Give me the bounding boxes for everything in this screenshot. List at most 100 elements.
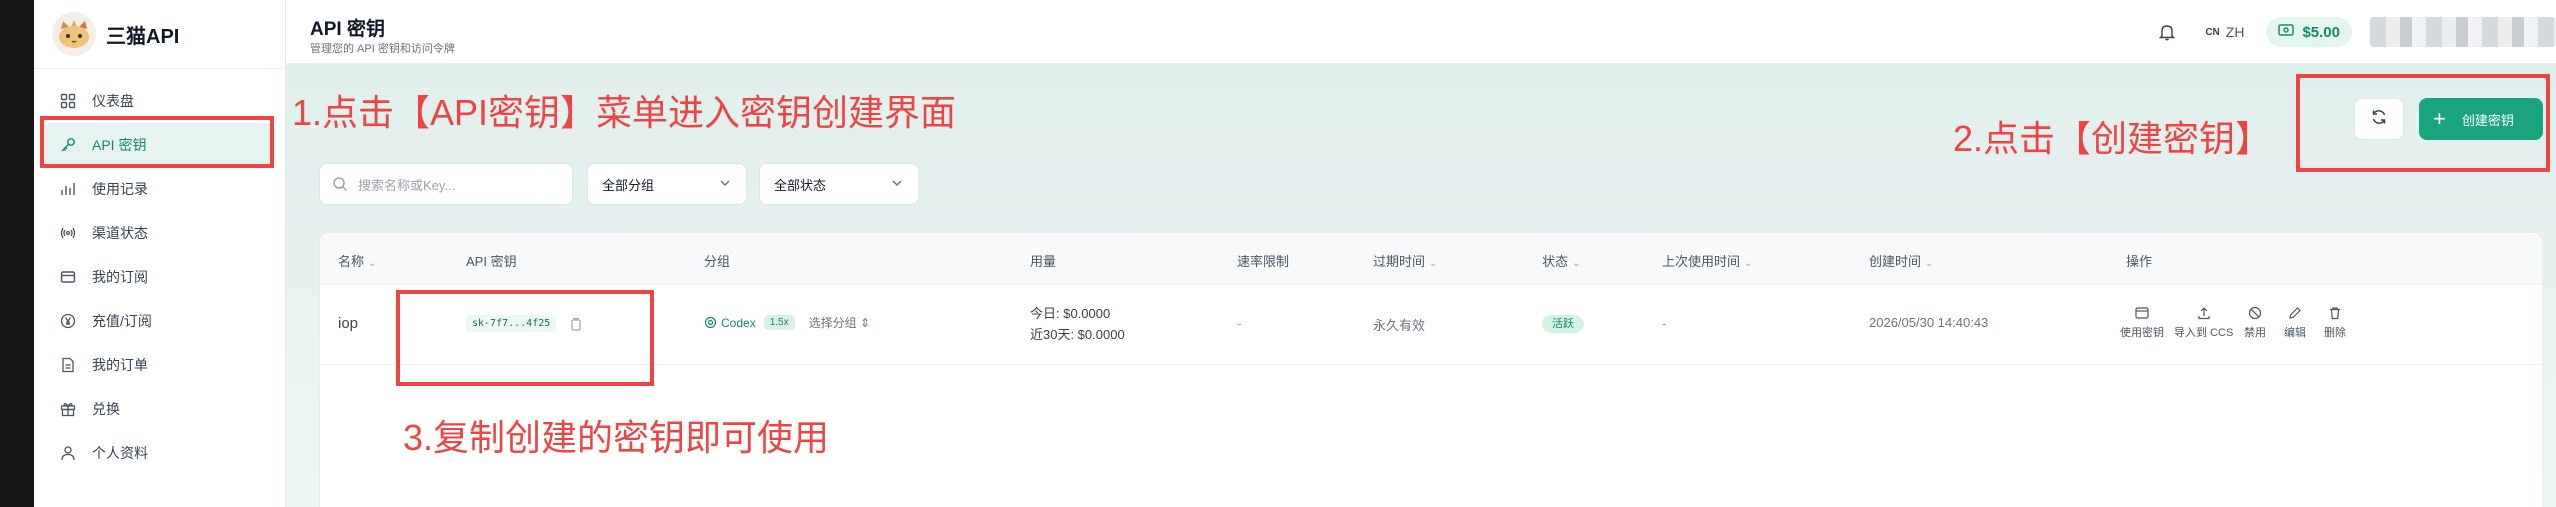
created-time: 2026/05/30 14:40:43 <box>1869 315 1989 330</box>
usage-30d: 近30天: $0.0000 <box>1030 327 1125 342</box>
column-header-usage: 用量 <box>1030 254 1057 269</box>
disable-button[interactable]: 禁用 <box>2244 305 2266 340</box>
group-cell: Codex 1.5x 选择分组 ⇕ <box>704 314 870 331</box>
wallet-icon <box>2278 23 2295 41</box>
group-tag: Codex 1.5x <box>704 315 795 330</box>
select-group-label: 选择分组 <box>808 316 857 330</box>
sidebar-item-profile[interactable]: 个人资料 <box>42 431 274 475</box>
terminal-icon <box>2134 305 2150 321</box>
topbar-actions: CN ZH $5.00 <box>2155 0 2556 64</box>
edit-button[interactable]: 编辑 <box>2284 305 2306 340</box>
window-edge <box>0 0 34 507</box>
balance-amount: $5.00 <box>2302 23 2340 41</box>
column-header-name[interactable]: 名称 ⌄ <box>338 251 376 270</box>
edit-icon <box>2287 305 2303 321</box>
usage-today: 今日: $0.0000 <box>1030 306 1111 321</box>
page-subtitle: 管理您的 API 密钥和访问令牌 <box>310 43 455 55</box>
bell-icon[interactable] <box>2155 20 2179 44</box>
brand[interactable]: 三猫API <box>52 12 179 56</box>
sidebar-item-label: 充值/订阅 <box>92 313 152 329</box>
status-cell: 活跃 <box>1542 314 1584 333</box>
dashboard-icon <box>58 91 78 111</box>
group-filter-value: 全部分组 <box>602 177 655 193</box>
ban-icon <box>2247 305 2263 321</box>
sidebar-item-label: 渠道状态 <box>92 225 148 241</box>
sidebar-item-channel-status[interactable]: 渠道状态 <box>42 211 274 255</box>
brand-name: 三猫API <box>106 25 180 48</box>
page-title: API 密钥 <box>310 19 385 40</box>
broadcast-icon <box>58 223 78 243</box>
language-switcher[interactable]: CN ZH <box>2205 24 2244 40</box>
sidebar-item-redeem[interactable]: 兑换 <box>42 387 274 431</box>
column-label: 过期时间 <box>1373 254 1426 269</box>
language-label: ZH <box>2225 24 2245 40</box>
action-label: 删除 <box>2324 327 2346 339</box>
column-header-created[interactable]: 创建时间 ⌄ <box>1869 251 1933 270</box>
cn-flag-label: CN <box>2205 26 2220 38</box>
action-label: 编辑 <box>2284 327 2306 339</box>
column-label: 创建时间 <box>1869 254 1922 269</box>
status-filter-select[interactable]: 全部状态 <box>759 163 919 205</box>
sidebar: 三猫API 仪表盘 API 密钥 使用记录 渠道状态 我的订阅 充值/订阅 我的… <box>34 0 286 507</box>
column-header-group: 分组 <box>704 254 731 269</box>
column-label: 上次使用时间 <box>1662 254 1741 269</box>
sidebar-item-subscriptions[interactable]: 我的订阅 <box>42 255 274 299</box>
sidebar-item-label: 仪表盘 <box>92 93 134 109</box>
table-header: 名称 ⌄ API 密钥 分组 用量 速率限制 过期时间 ⌄ 状态 ⌄ 上次使用时间 ⌄ … <box>320 233 2542 285</box>
search-icon <box>332 175 350 193</box>
expires: 永久有效 <box>1373 318 1426 333</box>
upload-icon <box>2196 305 2212 321</box>
status-badge: 活跃 <box>1542 315 1584 333</box>
sidebar-item-label: 个人资料 <box>92 445 148 461</box>
chevron-updown-icon: ⇕ <box>859 316 871 330</box>
delete-button[interactable]: 删除 <box>2324 305 2346 340</box>
annotation-box-copy-key <box>396 290 654 386</box>
column-header-last-used[interactable]: 上次使用时间 ⌄ <box>1662 251 1752 270</box>
trash-icon <box>2327 305 2343 321</box>
sidebar-item-label: 我的订阅 <box>92 269 148 285</box>
action-label: 导入到 CCS <box>2174 327 2234 339</box>
column-header-rate-limit: 速率限制 <box>1237 254 1290 269</box>
sidebar-item-label: 兑换 <box>92 401 120 417</box>
last-used: - <box>1662 315 1667 331</box>
use-key-button[interactable]: 使用密钥 <box>2120 305 2164 340</box>
user-icon <box>58 443 78 463</box>
yen-icon <box>58 311 78 331</box>
chevron-down-icon: ⌄ <box>1572 258 1581 269</box>
sidebar-item-usage[interactable]: 使用记录 <box>42 167 274 211</box>
search-input[interactable]: 搜索名称或Key... <box>319 163 573 205</box>
annotation-box-api-key-menu <box>40 116 274 168</box>
column-header-expires[interactable]: 过期时间 ⌄ <box>1373 251 1437 270</box>
user-menu-avatar[interactable] <box>2370 17 2556 47</box>
chevron-down-icon: ⌄ <box>1429 258 1438 269</box>
topbar: API 密钥 管理您的 API 密钥和访问令牌 CN ZH $5.00 <box>286 0 2556 64</box>
chevron-down-icon <box>718 176 732 193</box>
sidebar-item-orders[interactable]: 我的订单 <box>42 343 274 387</box>
chart-icon <box>58 179 78 199</box>
rate-limit: - <box>1237 315 1242 331</box>
key-name: iop <box>338 315 359 332</box>
cat-logo-icon <box>52 12 96 56</box>
annotation-step3: 3.复制创建的密钥即可使用 <box>403 417 830 458</box>
column-header-actions: 操作 <box>2126 254 2153 269</box>
action-label: 使用密钥 <box>2120 327 2164 339</box>
annotation-step2: 2.点击【创建密钥】 <box>1953 118 2272 159</box>
chevron-down-icon: ⌄ <box>1925 258 1934 269</box>
balance-badge[interactable]: $5.00 <box>2266 17 2352 47</box>
chevron-down-icon: ⌄ <box>368 258 377 269</box>
order-icon <box>58 355 78 375</box>
import-ccs-button[interactable]: 导入到 CCS <box>2174 305 2233 340</box>
column-header-key: API 密钥 <box>466 254 517 269</box>
sidebar-item-recharge[interactable]: 充值/订阅 <box>42 299 274 343</box>
usage-cell: 今日: $0.0000 近30天: $0.0000 <box>1030 303 1125 345</box>
status-filter-value: 全部状态 <box>774 177 827 193</box>
column-label: 状态 <box>1542 254 1569 269</box>
column-header-status[interactable]: 状态 ⌄ <box>1542 251 1580 270</box>
search-placeholder: 搜索名称或Key... <box>358 177 456 193</box>
sidebar-item-label: 使用记录 <box>92 181 148 197</box>
select-group-dropdown[interactable]: 选择分组 ⇕ <box>809 314 870 331</box>
column-label: 名称 <box>338 254 365 269</box>
group-filter-select[interactable]: 全部分组 <box>587 163 747 205</box>
action-label: 禁用 <box>2244 327 2266 339</box>
group-multiplier: 1.5x <box>763 315 795 330</box>
